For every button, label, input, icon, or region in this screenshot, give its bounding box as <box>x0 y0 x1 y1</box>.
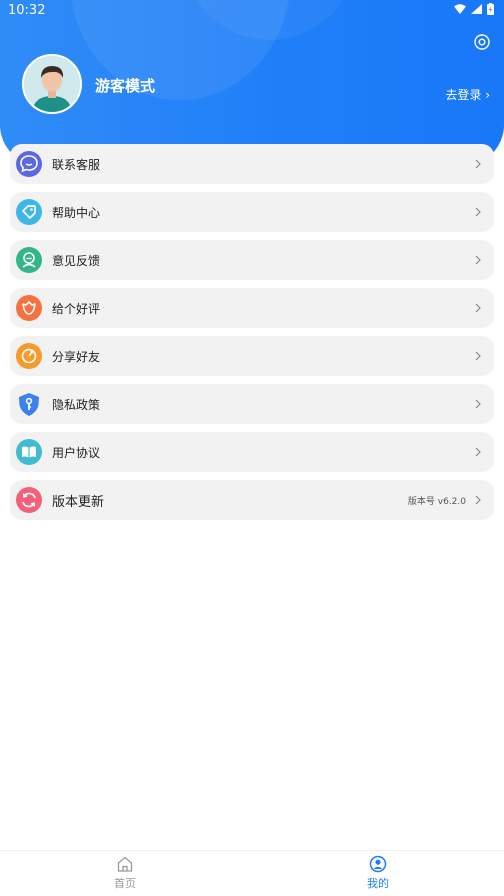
tag-icon <box>16 199 42 225</box>
menu-item-label: 分享好友 <box>52 349 101 364</box>
chevron-right-icon <box>475 255 481 265</box>
menu-item-trailing <box>474 288 482 328</box>
menu-item-trailing <box>474 384 482 424</box>
chevron-right-icon <box>475 303 481 313</box>
menu-item[interactable]: 分享好友 <box>10 336 494 376</box>
status-icons <box>454 3 494 15</box>
menu-item[interactable]: 版本更新 版本号 v6.2.0 <box>10 480 494 520</box>
avatar[interactable] <box>22 54 82 114</box>
tab-label: 首页 <box>114 877 136 890</box>
bottom-tab-bar: 首页 我的 <box>0 850 504 896</box>
menu-item-label: 给个好评 <box>52 301 101 316</box>
menu-item-trailing <box>474 144 482 184</box>
home-icon <box>117 856 133 872</box>
feedback-icon <box>16 247 42 273</box>
login-link[interactable]: 去登录 › <box>445 86 490 103</box>
chevron-right-icon <box>475 159 481 169</box>
menu-item-label: 用户协议 <box>52 445 101 460</box>
login-label: 去登录 <box>445 88 482 102</box>
version-number: 版本号 v6.2.0 <box>407 496 466 507</box>
chevron-right-icon <box>475 351 481 361</box>
menu-item-trailing: 版本号 v6.2.0 <box>408 480 482 520</box>
menu-item[interactable]: 隐私政策 <box>10 384 494 424</box>
menu-item[interactable]: 用户协议 <box>10 432 494 472</box>
username: 游客模式 <box>95 77 156 95</box>
shield-icon <box>16 391 42 417</box>
tab-home[interactable]: 首页 <box>65 855 185 891</box>
menu-item[interactable]: 意见反馈 <box>10 240 494 280</box>
menu-item-trailing <box>474 192 482 232</box>
user-avatar-icon <box>24 56 80 112</box>
book-icon <box>16 439 42 465</box>
chevron-right-icon <box>475 447 481 457</box>
menu-item[interactable]: 给个好评 <box>10 288 494 328</box>
battery-icon <box>487 3 494 15</box>
signal-icon <box>471 4 482 14</box>
wifi-icon <box>454 4 466 14</box>
menu-item-label: 帮助中心 <box>52 205 101 220</box>
menu-item-trailing <box>474 336 482 376</box>
menu-item-label: 隐私政策 <box>52 397 101 412</box>
tab-mine[interactable]: 我的 <box>318 855 438 891</box>
chevron-right-icon: › <box>485 88 490 102</box>
tab-label: 我的 <box>367 877 389 890</box>
menu-item-label: 版本更新 <box>52 494 105 510</box>
chevron-right-icon <box>475 495 481 505</box>
share-icon <box>16 343 42 369</box>
menu-item-label: 意见反馈 <box>52 253 101 268</box>
menu-item[interactable]: 联系客服 <box>10 144 494 184</box>
chevron-right-icon <box>475 399 481 409</box>
menu-item-trailing <box>474 240 482 280</box>
chat-bubble-icon <box>16 151 42 177</box>
status-time: 10:32 <box>8 3 46 18</box>
refresh-icon <box>16 487 42 513</box>
flower-icon <box>16 295 42 321</box>
menu-item-label: 联系客服 <box>52 157 101 172</box>
status-bar: 10:32 <box>0 0 504 22</box>
user-circle-icon <box>369 855 387 873</box>
profile-header: 10:32 游客模式 去登录 › <box>0 0 504 165</box>
chevron-right-icon <box>475 207 481 217</box>
menu-item-trailing <box>474 432 482 472</box>
settings-menu: 联系客服帮助中心意见反馈给个好评分享好友隐私政策用户协议版本更新 版本号 v6.2… <box>10 144 494 528</box>
settings-icon[interactable] <box>472 32 492 52</box>
menu-item[interactable]: 帮助中心 <box>10 192 494 232</box>
